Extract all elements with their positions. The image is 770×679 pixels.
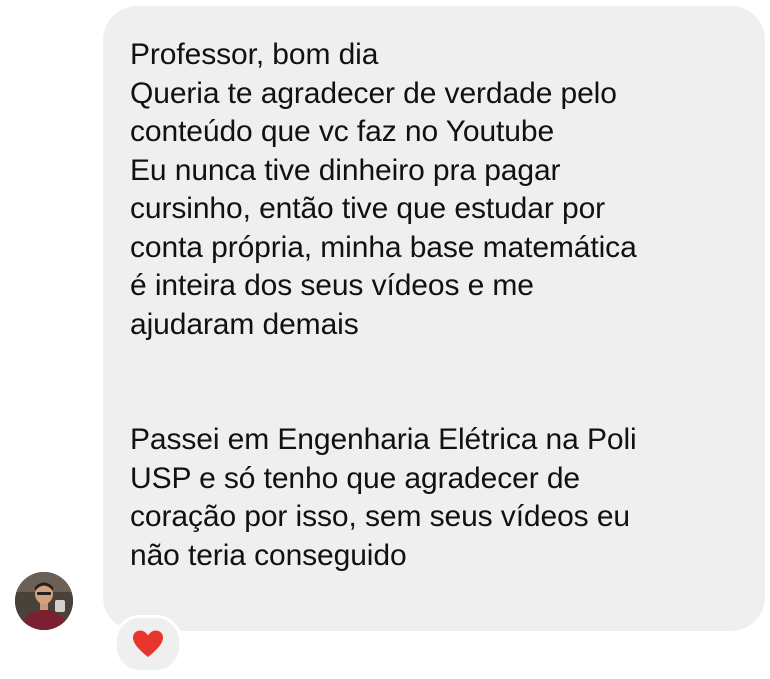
message-line: coração por isso, sem seus vídeos eu xyxy=(130,500,630,533)
message-line: USP e só tenho que agradecer de xyxy=(130,461,581,495)
message-line: ajudaram demais xyxy=(130,307,359,341)
avatar[interactable] xyxy=(15,572,73,630)
message-bubble[interactable]: Professor, bom dia Queria te agradecer d… xyxy=(103,6,765,631)
message-line: Professor, bom dia xyxy=(130,38,379,71)
message-line: Queria te agradecer de verdade pelo xyxy=(130,76,617,110)
message-line: cursinho, então tive que estudar por xyxy=(130,192,606,225)
message-line: Eu nunca tive dinheiro pra pagar xyxy=(130,153,561,187)
message-line: Passei em Engenharia Elétrica na Poli xyxy=(130,423,637,456)
message-line: conteúdo que vc faz no Youtube xyxy=(130,115,555,148)
heart-icon xyxy=(133,630,163,657)
message-line: não teria conseguido xyxy=(130,538,407,572)
message-line: conta própria, minha base matemática xyxy=(130,230,637,264)
reaction-badge[interactable] xyxy=(114,615,182,673)
message-line: é inteira dos seus vídeos e me xyxy=(130,269,534,302)
avatar-photo xyxy=(15,572,73,630)
